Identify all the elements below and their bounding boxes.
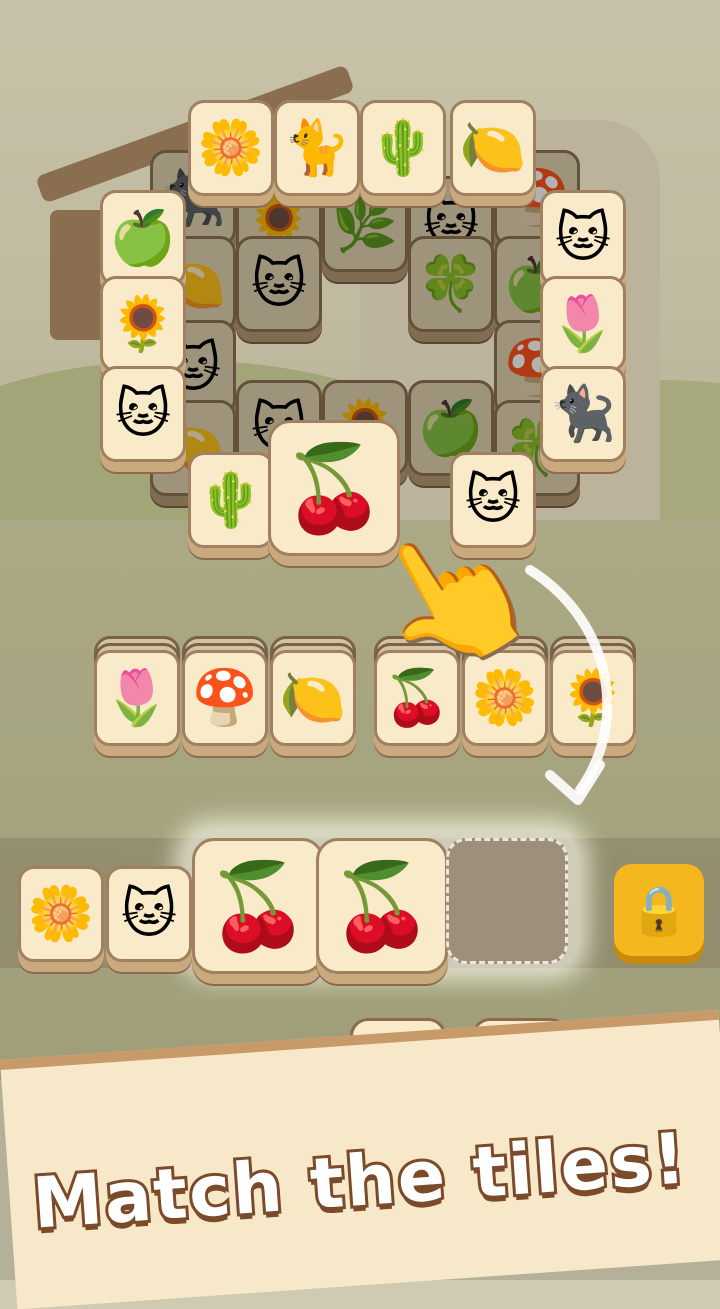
cat-icon: 🐱: [250, 252, 308, 315]
blue-cat-tile[interactable]: 🐱: [540, 190, 626, 286]
cactus-icon: 🌵: [369, 116, 437, 179]
cherry-icon: 🍒: [329, 857, 435, 955]
daisy-tile[interactable]: 🌼: [188, 100, 274, 196]
lemon-icon: 🍋: [459, 116, 527, 179]
blue-cat-icon: 🐱: [114, 382, 172, 445]
locked-slot-button[interactable]: 🔒: [614, 864, 704, 956]
cat-tile: 🐱: [236, 236, 322, 332]
lemon-tile[interactable]: 🍋: [450, 100, 536, 196]
witch-cat-icon: 🐱: [120, 882, 178, 945]
witch-cat-tile[interactable]: 🐱: [106, 866, 192, 962]
apple-icon: 🍏: [417, 396, 485, 459]
fluffy-cat-tile[interactable]: 🐈: [274, 100, 360, 196]
cactus-icon: 🌵: [197, 468, 265, 531]
lemon-tile[interactable]: 🍋: [270, 650, 356, 746]
cactus-tile[interactable]: 🌵: [360, 100, 446, 196]
blue-cat-tile[interactable]: 🐱: [100, 366, 186, 462]
cherry-tile[interactable]: 🍒: [316, 838, 448, 974]
mushroom-icon: 🍄: [191, 666, 259, 729]
clover-tile: 🍀: [408, 236, 494, 332]
cherry-icon: 🍒: [281, 439, 387, 537]
green-apple-tile[interactable]: 🍏: [100, 190, 186, 286]
fluffy-cat-icon: 🐈: [283, 116, 351, 179]
empty-tray-slot: [446, 838, 568, 964]
selected-cherry-tile[interactable]: 🍒: [268, 420, 400, 556]
leaf-icon: 🌿: [331, 192, 399, 255]
sunflower-tile[interactable]: 🌻: [100, 276, 186, 372]
sunflower-icon: 🌻: [109, 292, 177, 355]
black-cat-icon: 🐈‍⬛: [549, 382, 617, 445]
cherry-icon: 🍒: [205, 857, 311, 955]
green-apple-icon: 🍏: [109, 206, 177, 269]
daisy-icon: 🌼: [197, 116, 265, 179]
cherry-tile[interactable]: 🍒: [192, 838, 324, 974]
tulip-icon: 🌷: [549, 292, 617, 355]
tulip-icon: 🌷: [103, 666, 171, 729]
black-cat-tile[interactable]: 🐈‍⬛: [540, 366, 626, 462]
cactus-tile[interactable]: 🌵: [188, 452, 274, 548]
mushroom-tile[interactable]: 🍄: [182, 650, 268, 746]
daisy-icon: 🌼: [27, 882, 95, 945]
lock-icon: 🔒: [629, 882, 689, 939]
blue-cat-icon: 🐱: [554, 206, 612, 269]
tulip-tile[interactable]: 🌷: [94, 650, 180, 746]
daisy-tile[interactable]: 🌼: [18, 866, 104, 962]
tulip-tile[interactable]: 🌷: [540, 276, 626, 372]
lemon-icon: 🍋: [279, 666, 347, 729]
curved-arrow-icon: [525, 565, 613, 805]
clover-icon: 🍀: [417, 252, 485, 315]
